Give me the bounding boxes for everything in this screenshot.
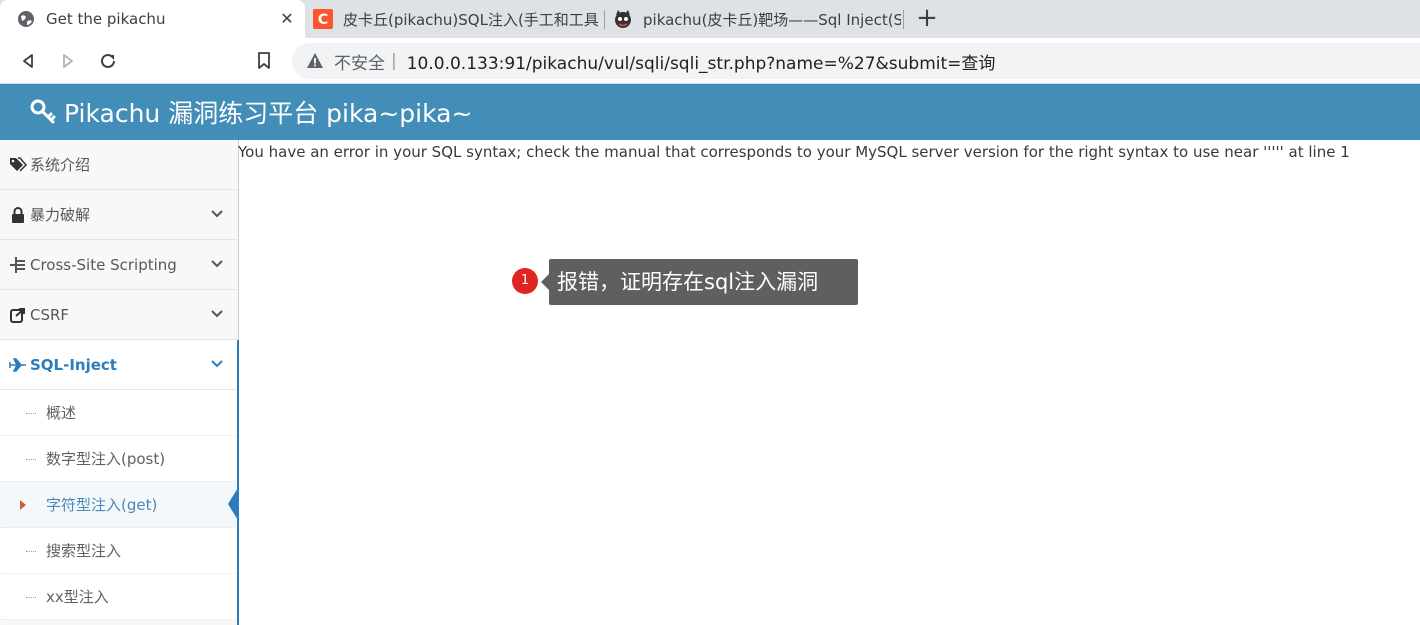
sidebar-item-label: Cross-Site Scripting bbox=[30, 255, 177, 274]
bookmark-button[interactable] bbox=[249, 46, 279, 76]
sidebar-item-sql-inject[interactable]: SQL-Inject bbox=[0, 340, 238, 390]
key-icon bbox=[30, 99, 56, 124]
tab-pikachu-range[interactable]: pikachu(皮卡丘)靶场——Sql Inject(S bbox=[613, 0, 903, 38]
tab-title: Get the pikachu bbox=[46, 10, 166, 28]
tab-get-the-pikachu[interactable]: Get the pikachu ✕ bbox=[0, 0, 305, 38]
tab-title: 皮卡丘(pikachu)SQL注入(手工和工具 bbox=[343, 10, 598, 29]
chevron-down-icon bbox=[211, 310, 223, 318]
submenu-item-label: 搜索型注入 bbox=[46, 542, 122, 560]
sidebar-item-label: SQL-Inject bbox=[30, 355, 117, 374]
share-icon bbox=[8, 306, 28, 324]
cat-avatar-icon bbox=[613, 9, 633, 29]
tree-connector bbox=[26, 597, 36, 598]
warning-icon bbox=[307, 53, 323, 68]
address-bar[interactable]: 不安全 | 10.0.0.133:91/pikachu/vul/sqli/sql… bbox=[292, 43, 1420, 79]
forward-button[interactable] bbox=[53, 46, 83, 76]
submenu-item-string-get[interactable]: 字符型注入(get) bbox=[0, 482, 239, 528]
back-icon bbox=[23, 54, 33, 68]
bookmark-icon bbox=[258, 52, 270, 69]
submenu-item-xx[interactable]: xx型注入 bbox=[0, 574, 238, 620]
tab-title: pikachu(皮卡丘)靶场——Sql Inject(S bbox=[643, 10, 901, 29]
close-tab-icon[interactable]: ✕ bbox=[277, 9, 297, 29]
sidebar-item-csrf[interactable]: CSRF bbox=[0, 290, 238, 340]
tags-icon bbox=[8, 156, 28, 174]
address-separator: | bbox=[391, 51, 397, 71]
annotation-number-badge: 1 bbox=[512, 268, 538, 294]
svg-text:C: C bbox=[318, 12, 328, 28]
sitemap-icon bbox=[8, 256, 28, 274]
reload-icon bbox=[101, 53, 115, 68]
sidebar-nav: 系统介绍 暴力破解 Cross-Site Scripting CSRF SQL-… bbox=[0, 140, 239, 625]
reload-button[interactable] bbox=[93, 46, 123, 76]
insecure-label: 不安全 bbox=[334, 53, 385, 74]
submenu-item-search[interactable]: 搜索型注入 bbox=[0, 528, 238, 574]
submenu-item-numeric-post[interactable]: 数字型注入(post) bbox=[0, 436, 238, 482]
caret-right-icon bbox=[20, 500, 26, 510]
submenu-item-label: 概述 bbox=[46, 404, 77, 422]
tab-csdn-article[interactable]: C 皮卡丘(pikachu)SQL注入(手工和工具 bbox=[313, 0, 603, 38]
site-header: Pikachu 漏洞练习平台 pika~pika~ bbox=[0, 84, 1420, 140]
site-title: Pikachu 漏洞练习平台 pika~pika~ bbox=[64, 99, 473, 128]
url-text: 10.0.0.133:91/pikachu/vul/sqli/sqli_str.… bbox=[406, 53, 996, 74]
lock-icon bbox=[8, 206, 28, 224]
chevron-down-icon bbox=[211, 210, 223, 218]
tab-separator bbox=[604, 10, 605, 29]
globe-icon bbox=[16, 9, 36, 29]
sql-error-message: You have an error in your SQL syntax; ch… bbox=[238, 143, 1350, 161]
sql-inject-submenu: 概述 数字型注入(post) 字符型注入(get) 搜索型注入 xx型注入 bbox=[0, 390, 239, 620]
tab-separator bbox=[903, 10, 904, 29]
forward-icon bbox=[63, 54, 73, 68]
new-tab-button[interactable]: + bbox=[914, 5, 940, 32]
sidebar-item-label: 系统介绍 bbox=[30, 156, 91, 174]
csdn-icon: C bbox=[313, 9, 333, 29]
sidebar-item-label: CSRF bbox=[30, 305, 70, 324]
tree-connector bbox=[26, 551, 36, 552]
annotation-callout: 报错，证明存在sql注入漏洞 bbox=[541, 259, 858, 305]
sidebar-item-label: 暴力破解 bbox=[30, 206, 91, 224]
plane-icon bbox=[8, 356, 28, 374]
submenu-item-overview[interactable]: 概述 bbox=[0, 390, 238, 436]
submenu-item-label: 数字型注入(post) bbox=[46, 450, 166, 468]
chevron-down-icon bbox=[211, 360, 223, 368]
open-menu-indicator bbox=[237, 340, 239, 625]
chevron-down-icon bbox=[211, 260, 223, 268]
tab-bar: Get the pikachu ✕ C 皮卡丘(pikachu)SQL注入(手工… bbox=[0, 0, 1420, 38]
browser-toolbar: 不安全 | 10.0.0.133:91/pikachu/vul/sqli/sql… bbox=[0, 38, 1420, 84]
sidebar-item-intro[interactable]: 系统介绍 bbox=[0, 140, 238, 190]
tree-connector bbox=[26, 413, 36, 414]
submenu-item-label: xx型注入 bbox=[46, 588, 109, 606]
submenu-item-label: 字符型注入(get) bbox=[46, 496, 158, 514]
back-button[interactable] bbox=[13, 46, 43, 76]
sidebar-item-xss[interactable]: Cross-Site Scripting bbox=[0, 240, 238, 290]
sidebar-item-bruteforce[interactable]: 暴力破解 bbox=[0, 190, 238, 240]
tree-connector bbox=[26, 459, 36, 460]
